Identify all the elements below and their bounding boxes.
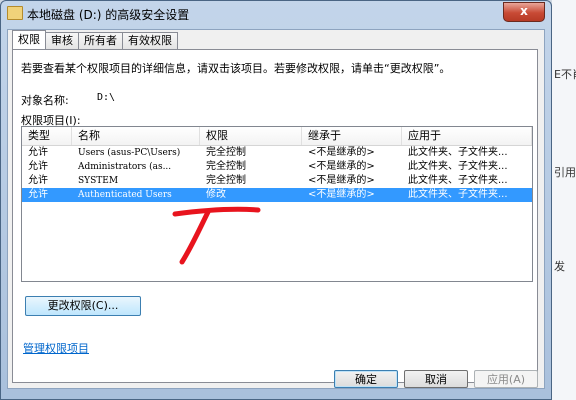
column-header-applies-to[interactable]: 应用于 xyxy=(402,127,532,145)
apply-button[interactable]: 应用(A) xyxy=(474,370,538,388)
change-permissions-button[interactable]: 更改权限(C)... xyxy=(25,296,141,316)
cell-inherited-from: <不是继承的> xyxy=(308,189,375,200)
column-header-type[interactable]: 类型 xyxy=(22,127,72,145)
cell-applies-to: 此文件夹、子文件夹... xyxy=(408,147,508,158)
cell-applies-to: 此文件夹、子文件夹... xyxy=(408,189,508,200)
cell-type: 允许 xyxy=(28,147,48,158)
advanced-security-dialog: 本地磁盘 (D:) 的高级安全设置 x 权限 审核 所有者 有效权限 若要查看某… xyxy=(0,0,552,400)
cell-permission: 完全控制 xyxy=(206,147,246,158)
tab-auditing[interactable]: 审核 xyxy=(45,32,79,49)
cell-inherited-from: <不是继承的> xyxy=(308,161,375,172)
permissions-panel: 若要查看某个权限项目的详细信息，请双击该项目。若要修改权限，请单击“更改权限”。… xyxy=(12,49,538,383)
close-button[interactable]: x xyxy=(503,2,545,22)
intro-text: 若要查看某个权限项目的详细信息，请双击该项目。若要修改权限，请单击“更改权限”。 xyxy=(21,62,451,75)
column-header-inherited-from[interactable]: 继承于 xyxy=(302,127,402,145)
background-window xyxy=(552,0,576,400)
dialog-client-area: 权限 审核 所有者 有效权限 若要查看某个权限项目的详细信息，请双击该项目。若要… xyxy=(7,29,545,389)
table-row[interactable]: 允许 Users (asus-PC\Users) 完全控制 <不是继承的> 此文… xyxy=(22,146,532,160)
object-name-value: D:\ xyxy=(97,92,116,103)
cell-name: Administrators (as... xyxy=(78,162,172,172)
cell-type: 允许 xyxy=(28,189,48,200)
cell-applies-to: 此文件夹、子文件夹... xyxy=(408,161,508,172)
cell-type: 允许 xyxy=(28,175,48,186)
cell-permission: 修改 xyxy=(206,189,226,200)
cell-name: Authenticated Users xyxy=(78,190,172,200)
column-header-permission[interactable]: 权限 xyxy=(200,127,302,145)
ok-button[interactable]: 确定 xyxy=(334,370,398,388)
background-text-2: 引用 xyxy=(554,166,576,179)
cell-inherited-from: <不是继承的> xyxy=(308,175,375,186)
tab-strip: 权限 审核 所有者 有效权限 xyxy=(12,30,178,50)
tab-effective-permissions[interactable]: 有效权限 xyxy=(122,32,178,49)
table-row[interactable]: 允许 Administrators (as... 完全控制 <不是继承的> 此文… xyxy=(22,160,532,174)
cell-type: 允许 xyxy=(28,161,48,172)
permission-entries-list[interactable]: 类型 名称 权限 继承于 应用于 允许 Users (asus-PC\Users… xyxy=(21,126,533,282)
cell-inherited-from: <不是继承的> xyxy=(308,147,375,158)
tab-permissions[interactable]: 权限 xyxy=(12,30,46,49)
cell-applies-to: 此文件夹、子文件夹... xyxy=(408,175,508,186)
cancel-button[interactable]: 取消 xyxy=(404,370,468,388)
table-row-selected[interactable]: 允许 Authenticated Users 修改 <不是继承的> 此文件夹、子… xyxy=(22,188,532,202)
background-text-3: 发 xyxy=(554,260,565,273)
background-text-1: E不肖 xyxy=(554,68,576,81)
window-title: 本地磁盘 (D:) 的高级安全设置 xyxy=(27,8,190,22)
manage-permission-entries-link[interactable]: 管理权限项目 xyxy=(23,340,89,356)
cell-permission: 完全控制 xyxy=(206,161,246,172)
drive-folder-icon xyxy=(7,6,23,20)
table-row[interactable]: 允许 SYSTEM 完全控制 <不是继承的> 此文件夹、子文件夹... xyxy=(22,174,532,188)
cell-name: Users (asus-PC\Users) xyxy=(78,148,181,158)
cell-permission: 完全控制 xyxy=(206,175,246,186)
column-header-name[interactable]: 名称 xyxy=(72,127,200,145)
list-header: 类型 名称 权限 继承于 应用于 xyxy=(22,127,532,146)
cell-name: SYSTEM xyxy=(78,176,119,186)
title-bar[interactable]: 本地磁盘 (D:) 的高级安全设置 x xyxy=(1,1,551,25)
tab-owner[interactable]: 所有者 xyxy=(78,32,123,49)
object-name-label: 对象名称: xyxy=(21,94,69,107)
